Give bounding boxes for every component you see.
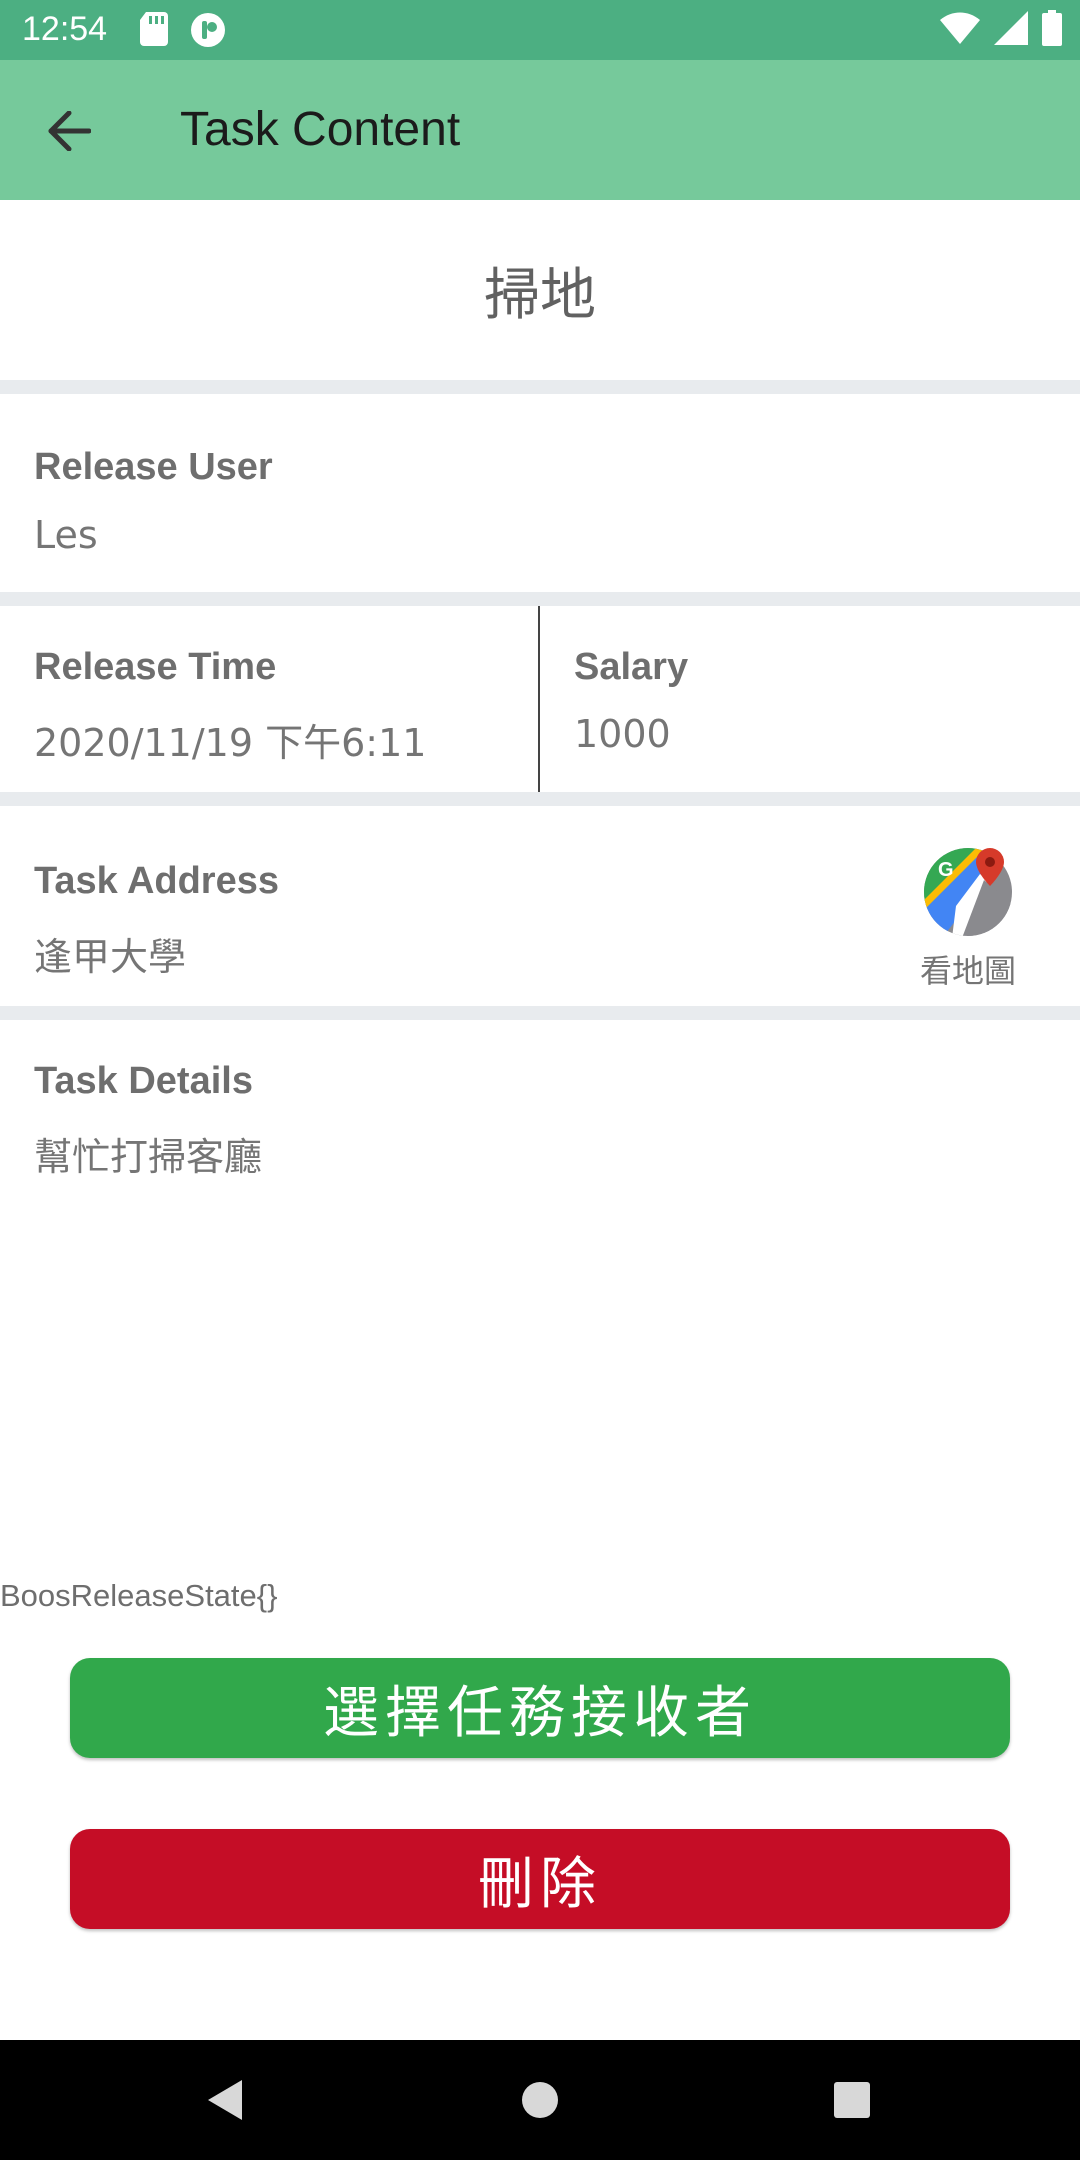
wifi-icon [940, 12, 980, 49]
app-bar: Task Content [0, 60, 1080, 200]
release-time-label: Release Time [34, 646, 277, 688]
battery-icon [1042, 10, 1062, 51]
system-nav-bar [0, 2040, 1080, 2160]
nav-home-button[interactable] [508, 2068, 572, 2132]
nav-back-button[interactable] [192, 2068, 256, 2132]
view-map-label: 看地圖 [920, 952, 1017, 990]
signal-icon [994, 11, 1028, 50]
svg-text:G: G [938, 859, 954, 881]
google-maps-icon: G [924, 848, 1012, 936]
choose-receiver-button[interactable]: 選擇任務接收者 [70, 1658, 1010, 1758]
release-user-label: Release User [34, 446, 273, 488]
app-notification-icon [190, 12, 226, 53]
task-address-label: Task Address [34, 860, 279, 902]
divider [0, 792, 1080, 806]
back-button[interactable] [36, 98, 102, 164]
arrow-back-icon [48, 111, 91, 151]
view-map-button[interactable]: G 看地圖 [912, 842, 1022, 992]
nav-recents-button[interactable] [820, 2068, 884, 2132]
divider [0, 1006, 1080, 1020]
salary-value: 1000 [574, 712, 671, 756]
circle-home-icon [522, 2082, 558, 2118]
sd-card-icon [140, 12, 168, 51]
release-user-value: Les [34, 513, 98, 557]
divider [0, 592, 1080, 606]
delete-button[interactable]: 刪除 [70, 1829, 1010, 1929]
task-details-value: 幫忙打掃客廳 [34, 1135, 263, 1179]
task-details-label: Task Details [34, 1060, 253, 1102]
triangle-back-icon [208, 2080, 242, 2120]
salary-label: Salary [574, 646, 689, 688]
divider [0, 380, 1080, 394]
status-time: 12:54 [22, 10, 108, 48]
square-recents-icon [834, 2082, 870, 2118]
release-time-value: 2020/11/19 下午6:11 [34, 721, 427, 765]
page-title: Task Content [180, 103, 461, 156]
task-address-value: 逢甲大學 [34, 935, 187, 979]
status-bar: 12:54 [0, 0, 1080, 60]
task-title: 掃地 [484, 262, 596, 328]
column-separator [538, 606, 540, 792]
state-debug-text: BoosReleaseState{} [0, 1578, 278, 1613]
